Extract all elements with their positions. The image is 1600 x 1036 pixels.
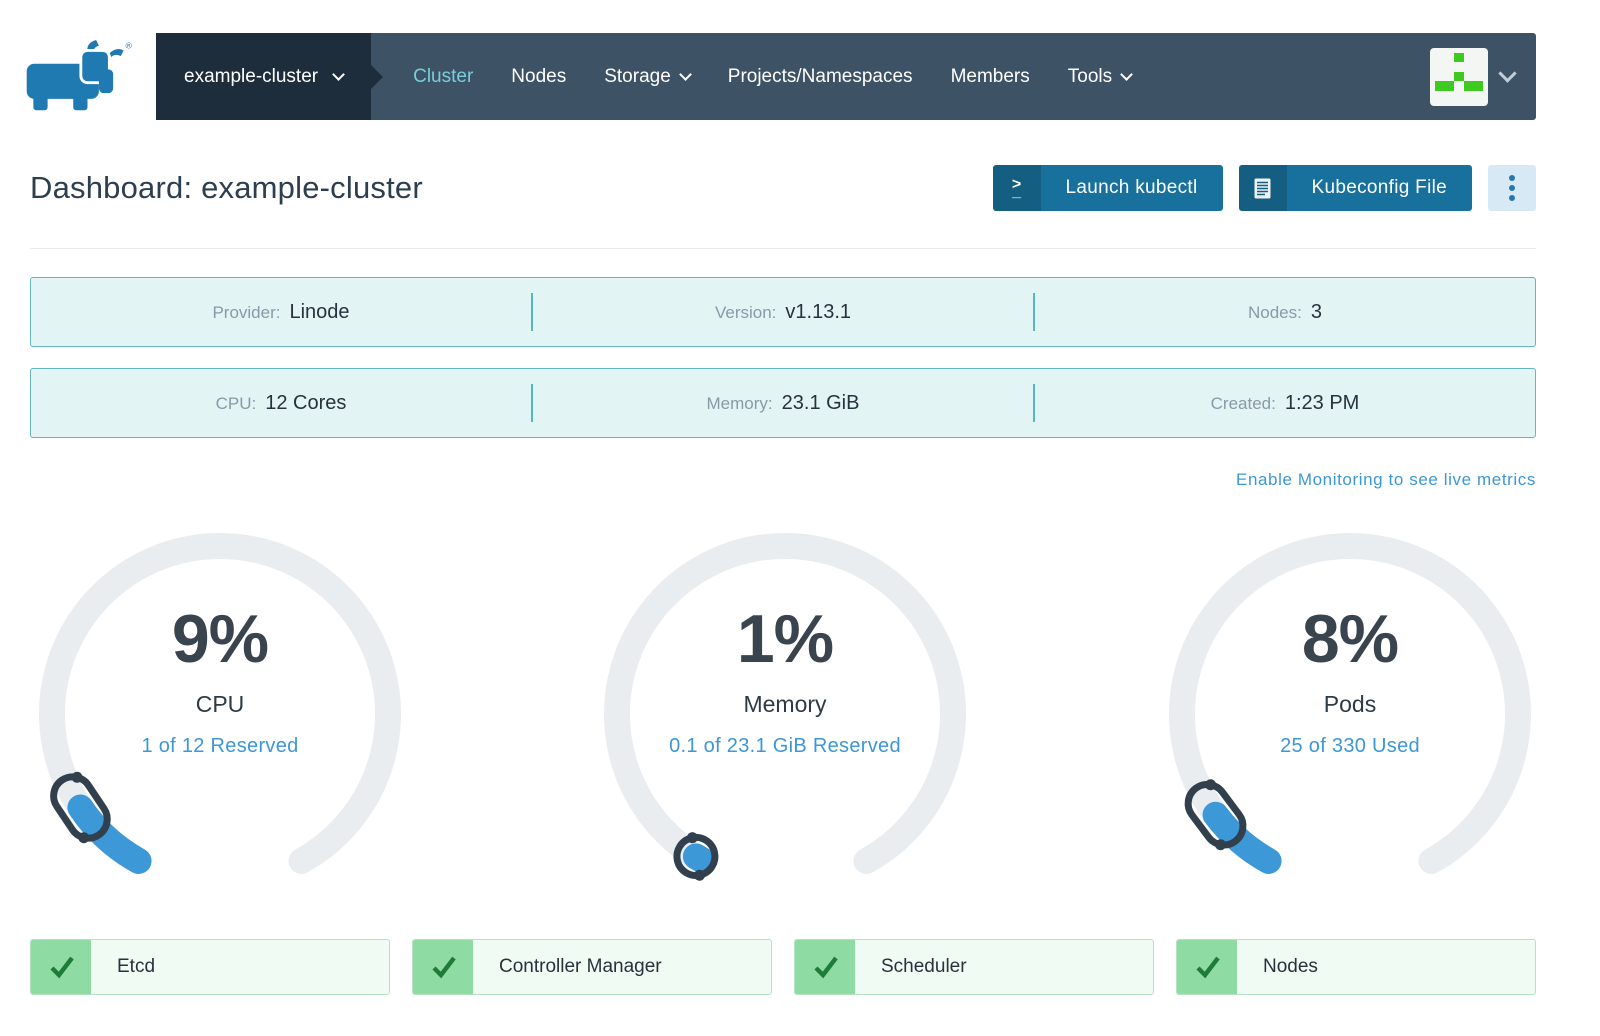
cluster-info-bar-bottom: CPU: 12 Cores Memory: 23.1 GiB Created: … <box>30 368 1536 438</box>
user-menu <box>1430 47 1536 106</box>
avatar-identicon <box>1435 52 1483 101</box>
page-title: Dashboard: example-cluster <box>30 170 423 205</box>
info-value: v1.13.1 <box>785 300 852 323</box>
nav-item-projects-namespaces[interactable]: Projects/Namespaces <box>728 66 913 88</box>
nav-item-storage[interactable]: Storage <box>604 65 692 88</box>
chevron-down-icon <box>678 67 692 81</box>
info-label: Memory: <box>706 393 773 413</box>
status-badge-nodes: Nodes <box>1176 939 1536 995</box>
nav-item-label: Members <box>950 65 1030 87</box>
nav-item-tools[interactable]: Tools <box>1067 65 1133 88</box>
nav-item-label: Projects/Namespaces <box>727 65 913 87</box>
info-cpu: CPU: 12 Cores <box>31 392 531 415</box>
check-icon <box>1177 940 1237 994</box>
user-avatar[interactable] <box>1430 47 1488 106</box>
terminal-icon: > _ <box>992 165 1041 211</box>
status-badge-label: Scheduler <box>881 956 967 977</box>
launch-kubectl-label: Launch kubectl <box>1040 165 1223 211</box>
main-nav: example-cluster Cluster Nodes Storage Pr… <box>156 33 1536 120</box>
resource-gauges: 9% CPU 1 of 12 Reserved 1% Memory 0.1 of… <box>20 514 1550 914</box>
nav-item-members[interactable]: Members <box>951 66 1030 88</box>
status-badge-label: Etcd <box>117 956 156 977</box>
rancher-cluster-dashboard: ® example-cluster Cluster Nodes Storage <box>0 0 1600 995</box>
nav-item-label: Tools <box>1067 65 1113 87</box>
pods-gauge: 8% Pods 25 of 330 Used <box>1150 514 1550 914</box>
info-nodes: Nodes: 3 <box>1035 301 1535 324</box>
header-actions: > _ Launch kubectl Kubeconfig File <box>992 165 1536 211</box>
info-version: Version: v1.13.1 <box>533 301 1033 324</box>
status-badge-etcd: Etcd <box>30 939 390 995</box>
nav-item-label: Storage <box>604 65 671 87</box>
status-badge-controller-manager: Controller Manager <box>412 939 772 995</box>
memory-gauge-arc <box>604 533 966 881</box>
nav-item-cluster[interactable]: Cluster <box>413 66 473 88</box>
pods-gauge-arc <box>1169 533 1531 874</box>
monitoring-row: Enable Monitoring to see live metrics <box>30 470 1536 492</box>
info-value: 23.1 GiB <box>781 391 860 414</box>
kubeconfig-file-button[interactable]: Kubeconfig File <box>1238 165 1472 211</box>
rancher-cow-icon: ® <box>26 39 133 110</box>
cluster-selector[interactable]: example-cluster <box>156 33 384 120</box>
info-value: 1:23 PM <box>1284 391 1360 414</box>
more-actions-button[interactable] <box>1488 165 1536 211</box>
status-badge-label: Controller Manager <box>499 956 662 977</box>
cpu-gauge-arc <box>39 533 401 874</box>
check-icon <box>413 940 473 994</box>
info-label: Version: <box>714 302 777 322</box>
top-header: ® example-cluster Cluster Nodes Storage <box>0 0 1600 120</box>
cpu-gauge: 9% CPU 1 of 12 Reserved <box>20 514 420 914</box>
active-cluster-pointer <box>371 64 384 89</box>
rancher-logo[interactable]: ® <box>0 33 156 120</box>
info-provider: Provider: Linode <box>31 301 531 324</box>
user-menu-chevron-icon[interactable] <box>1498 63 1517 83</box>
cluster-selector-label: example-cluster <box>184 65 319 87</box>
chevron-down-icon <box>332 67 345 81</box>
svg-text:®: ® <box>126 40 133 50</box>
info-label: Provider: <box>212 302 281 322</box>
kebab-menu-icon <box>1509 175 1515 201</box>
status-badge-scheduler: Scheduler <box>794 939 1154 995</box>
info-label: Nodes: <box>1248 302 1302 322</box>
component-status-row: Etcd Controller Manager Scheduler Nodes <box>30 939 1536 995</box>
chevron-down-icon <box>1120 67 1133 81</box>
info-created: Created: 1:23 PM <box>1035 392 1535 415</box>
file-icon <box>1238 165 1287 211</box>
info-label: CPU: <box>215 393 257 413</box>
info-value: Linode <box>289 300 350 323</box>
launch-kubectl-button[interactable]: > _ Launch kubectl <box>992 165 1223 211</box>
status-badge-label: Nodes <box>1263 956 1318 977</box>
info-label: Created: <box>1210 393 1276 413</box>
kubeconfig-file-label: Kubeconfig File <box>1286 165 1472 211</box>
check-icon <box>31 940 91 994</box>
check-icon <box>795 940 855 994</box>
nav-item-label: Cluster <box>413 65 474 87</box>
page-header: Dashboard: example-cluster > _ Launch kub… <box>30 165 1536 211</box>
cluster-info-bar-top: Provider: Linode Version: v1.13.1 Nodes:… <box>30 277 1536 347</box>
nav-item-nodes[interactable]: Nodes <box>511 66 566 88</box>
info-value: 12 Cores <box>265 391 347 414</box>
nav-item-list: Cluster Nodes Storage Projects/Namespace… <box>413 65 1133 88</box>
memory-gauge: 1% Memory 0.1 of 23.1 GiB Reserved <box>585 514 985 914</box>
nav-item-label: Nodes <box>511 65 567 87</box>
section-divider <box>30 248 1536 249</box>
info-memory: Memory: 23.1 GiB <box>533 392 1033 415</box>
info-value: 3 <box>1310 300 1322 323</box>
enable-monitoring-link[interactable]: Enable Monitoring to see live metrics <box>1236 470 1536 489</box>
